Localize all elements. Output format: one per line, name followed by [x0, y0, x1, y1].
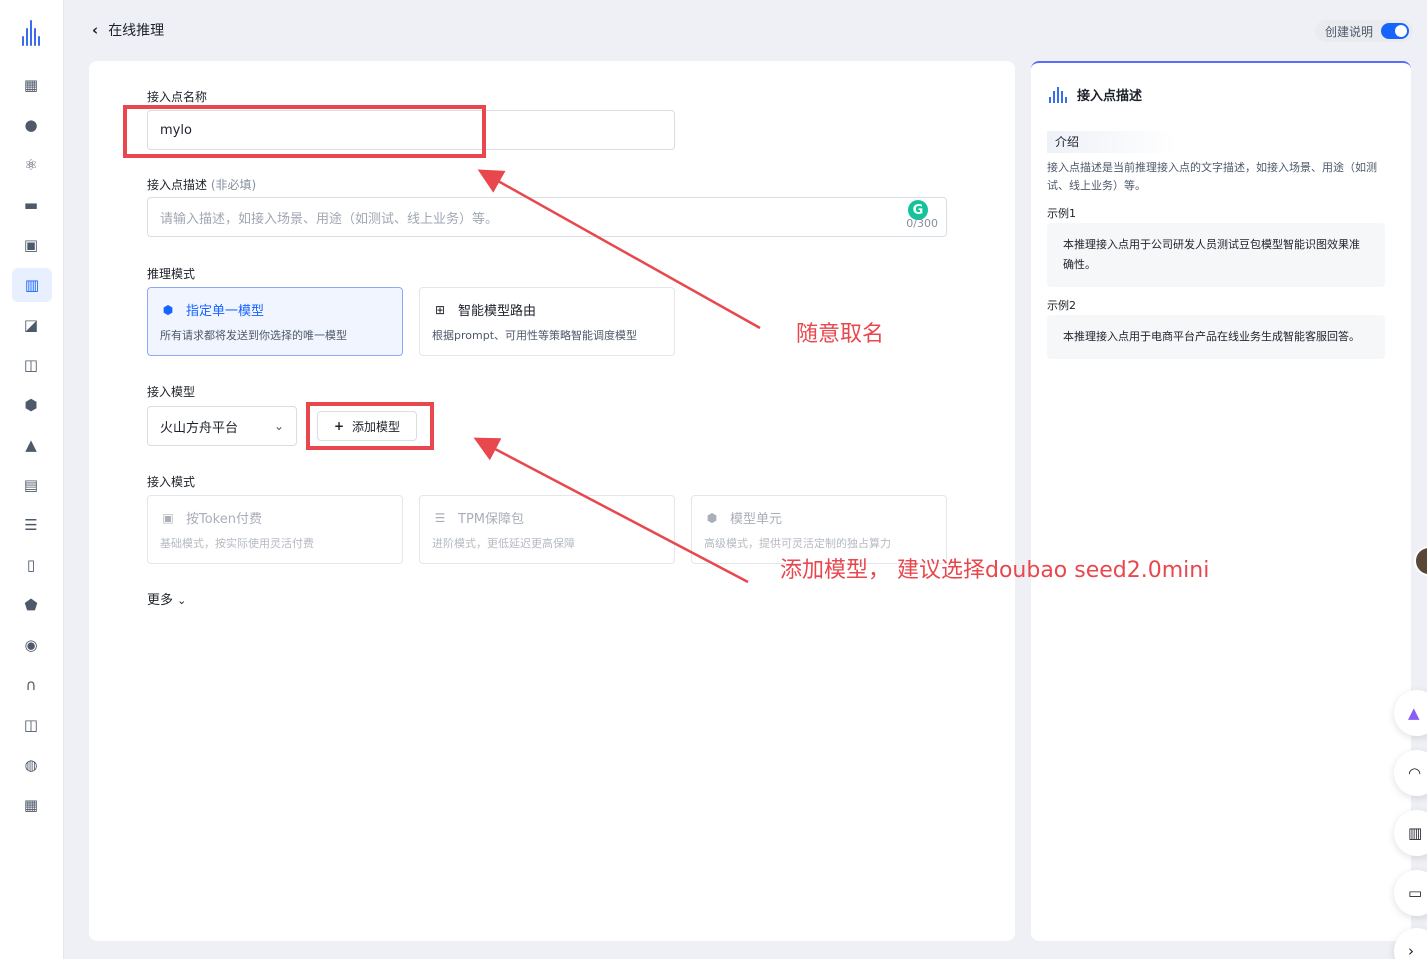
- annotation-name-hint: 随意取名: [796, 322, 885, 347]
- annotation-arrows: [473, 169, 761, 584]
- arrow-to-name: [477, 169, 761, 330]
- arrow-to-add-model: [473, 437, 749, 584]
- annotation-model-hint: 添加模型， 建议选择doubao seed2.0mini: [780, 558, 1210, 583]
